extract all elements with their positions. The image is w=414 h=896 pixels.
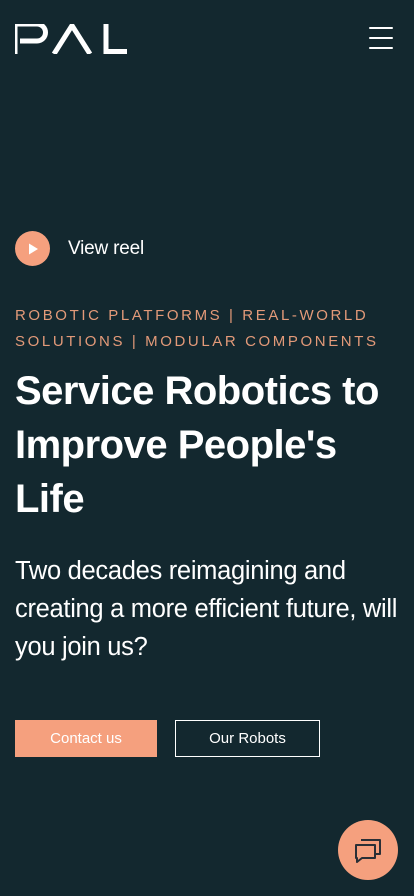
pal-logo-mark <box>12 20 127 56</box>
hero-eyebrow: ROBOTIC PLATFORMS | REAL-WORLD SOLUTIONS… <box>15 307 379 350</box>
our-robots-button[interactable]: Our Robots <box>175 720 320 757</box>
chat-bubbles-icon <box>355 839 381 863</box>
play-icon[interactable] <box>15 231 50 266</box>
hero-subtitle: Two decades reimagining and creating a m… <box>15 557 398 661</box>
chat-button[interactable] <box>338 820 398 880</box>
site-header <box>0 0 414 80</box>
hamburger-menu-icon[interactable] <box>366 24 396 52</box>
pal-logo[interactable] <box>12 20 127 56</box>
view-reel-label[interactable]: View reel <box>68 238 144 260</box>
view-reel-button[interactable]: View reel <box>15 231 144 266</box>
hero-headline: Service Robotics to Improve People's Lif… <box>15 369 379 521</box>
contact-us-button[interactable]: Contact us <box>15 720 157 757</box>
